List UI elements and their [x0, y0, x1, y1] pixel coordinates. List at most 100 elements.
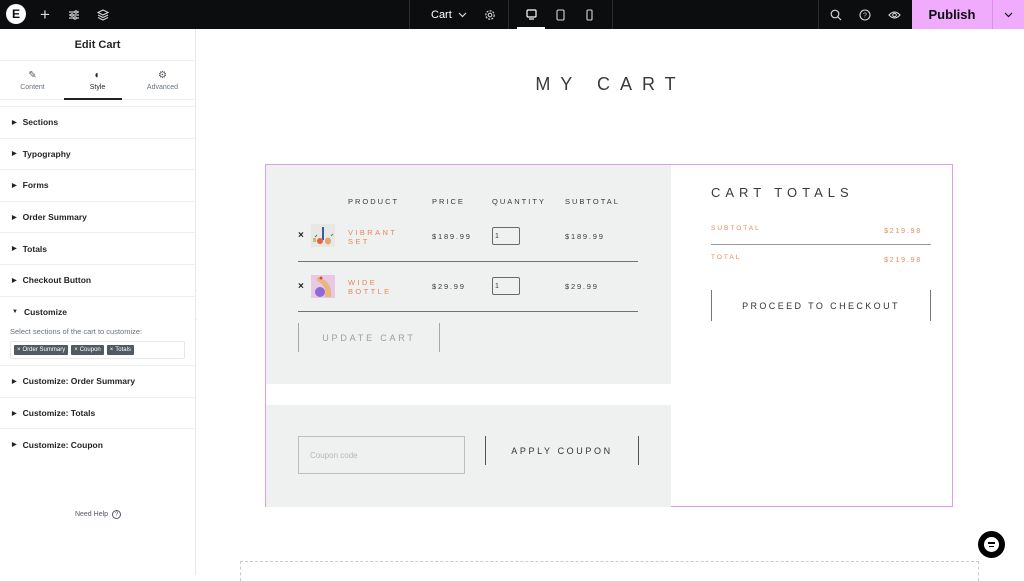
subtotal-label: SUBTOTAL — [711, 225, 761, 232]
structure-button[interactable] — [93, 0, 113, 29]
preview-canvas: MY CART PRODUCT PRICE QUANTITY SUBTOTAL … — [197, 29, 1024, 581]
chip-order-summary[interactable]: × Order Summary — [14, 345, 69, 356]
product-name-link[interactable]: WIDE BOTTLE — [348, 278, 392, 296]
section-label: Checkout Button — [22, 275, 92, 286]
quantity-input[interactable]: 1 — [492, 277, 520, 295]
section-order-summary[interactable]: ▶ Order Summary — [0, 200, 195, 233]
search-icon — [830, 9, 842, 20]
customize-select[interactable]: × Order Summary × Coupon × Totals — [10, 341, 185, 360]
document-title-dropdown[interactable]: Cart — [431, 0, 467, 29]
product-name-line: WIDE — [348, 278, 378, 287]
proceed-to-checkout-button[interactable]: PROCEED TO CHECKOUT — [711, 290, 931, 321]
divider — [818, 0, 819, 29]
section-customize-totals[interactable]: ▶ Customize: Totals — [0, 396, 195, 429]
desktop-view-button[interactable] — [521, 0, 541, 29]
customize-body: Select sections of the cart to customize… — [0, 327, 195, 365]
tab-content[interactable]: ✎ Content — [0, 61, 65, 99]
section-customize[interactable]: ▼ Customize — [0, 295, 195, 328]
style-sections: ▶ Sections ▶ Typography ▶ Forms ▶ Order Summ… — [0, 106, 195, 460]
header-price: PRICE — [432, 197, 465, 206]
cart-totals-title: CART TOTALS — [711, 185, 854, 200]
remove-item-button[interactable]: × — [298, 281, 304, 292]
help-icon: ? — [112, 510, 122, 519]
plus-icon: + — [40, 4, 50, 24]
tab-style[interactable]: ◐ Style — [65, 61, 130, 99]
header-subtotal: SUBTOTAL — [565, 197, 620, 206]
section-label: Customize: Totals — [22, 408, 96, 419]
caret-right-icon: ▶ — [12, 182, 17, 189]
product-thumbnail[interactable] — [311, 224, 335, 247]
caret-right-icon: ▶ — [12, 151, 17, 158]
tablet-icon — [555, 8, 565, 21]
preview-button[interactable] — [884, 0, 904, 29]
total-value: $219.98 — [884, 257, 922, 264]
gear-icon — [485, 9, 495, 20]
gear-icon: ⚙ — [158, 69, 167, 81]
row-divider — [298, 261, 638, 262]
caret-right-icon: ▶ — [12, 442, 17, 449]
pencil-icon: ✎ — [28, 69, 37, 81]
caret-right-icon: ▶ — [12, 214, 17, 221]
help-icon: ? — [859, 8, 871, 21]
remove-chip-icon[interactable]: × — [110, 347, 114, 353]
remove-chip-icon[interactable]: × — [74, 347, 78, 353]
elementor-logo-icon: E — [11, 7, 20, 21]
chat-support-button[interactable] — [978, 531, 1005, 558]
section-label: Order Summary — [22, 212, 87, 223]
chevron-down-icon — [1004, 12, 1013, 17]
editor-panel: Edit Cart ✎ Content ◐ Style ⚙ Advanced ▶… — [0, 29, 196, 575]
remove-item-button[interactable]: × — [298, 230, 304, 241]
page-settings-button[interactable] — [480, 0, 500, 29]
caret-right-icon: ▶ — [12, 119, 17, 126]
product-price: $189.99 — [432, 232, 472, 241]
panel-title: Edit Cart — [0, 29, 195, 61]
product-name-line: BOTTLE — [348, 287, 392, 296]
section-totals[interactable]: ▶ Totals — [0, 232, 195, 264]
help-button[interactable]: ? — [855, 0, 875, 29]
elementor-logo-button[interactable]: E — [6, 4, 26, 24]
publish-options-button[interactable] — [992, 0, 1024, 29]
chip-coupon[interactable]: × Coupon — [71, 345, 104, 356]
quantity-input[interactable]: 1 — [492, 227, 520, 245]
need-help-link[interactable]: Need Help ? — [0, 510, 196, 519]
mobile-icon — [585, 8, 593, 21]
coupon-panel: Coupon code APPLY COUPON — [266, 405, 671, 507]
add-element-button[interactable]: + — [35, 0, 55, 29]
caret-right-icon: ▶ — [12, 410, 17, 417]
divider — [409, 0, 410, 29]
publish-button[interactable]: Publish — [912, 0, 992, 29]
product-name-link[interactable]: VIBRANT SET — [348, 228, 397, 246]
product-thumbnail[interactable] — [311, 275, 335, 298]
update-cart-button[interactable]: UPDATE CART — [298, 323, 440, 352]
caret-right-icon: ▶ — [12, 277, 17, 284]
chip-label: Order Summary — [22, 347, 66, 354]
active-tab-indicator — [64, 98, 122, 100]
header-product: PRODUCT — [348, 197, 400, 206]
chip-totals[interactable]: × Totals — [106, 345, 134, 356]
site-settings-button[interactable] — [64, 0, 84, 29]
tablet-view-button[interactable] — [550, 0, 570, 29]
subtotal-value: $219.98 — [884, 228, 922, 235]
mobile-view-button[interactable] — [579, 0, 599, 29]
caret-right-icon: ▶ — [12, 246, 17, 253]
editor-top-bar: E + Cart ? Publish — [0, 0, 1024, 29]
totals-divider — [711, 244, 931, 245]
section-typography[interactable]: ▶ Typography — [0, 137, 195, 170]
section-forms[interactable]: ▶ Forms — [0, 169, 195, 201]
coupon-code-input[interactable]: Coupon code — [298, 436, 465, 474]
section-sections[interactable]: ▶ Sections — [0, 106, 195, 138]
customize-label: Select sections of the cart to customize… — [10, 327, 143, 337]
section-checkout-button[interactable]: ▶ Checkout Button — [0, 263, 195, 296]
section-customize-coupon[interactable]: ▶ Customize: Coupon — [0, 428, 195, 460]
cart-widget[interactable]: PRODUCT PRICE QUANTITY SUBTOTAL × VIBRAN… — [265, 164, 953, 507]
eye-icon — [887, 10, 901, 19]
apply-coupon-button[interactable]: APPLY COUPON — [485, 436, 639, 465]
section-label: Sections — [22, 117, 59, 128]
product-name-line: VIBRANT — [348, 228, 398, 237]
remove-chip-icon[interactable]: × — [17, 347, 21, 353]
add-section-area[interactable] — [240, 561, 979, 581]
section-label: Customize: Coupon — [22, 439, 103, 450]
tab-advanced[interactable]: ⚙ Advanced — [130, 61, 195, 99]
section-customize-order-summary[interactable]: ▶ Customize: Order Summary — [0, 365, 195, 397]
search-button[interactable] — [826, 0, 846, 29]
